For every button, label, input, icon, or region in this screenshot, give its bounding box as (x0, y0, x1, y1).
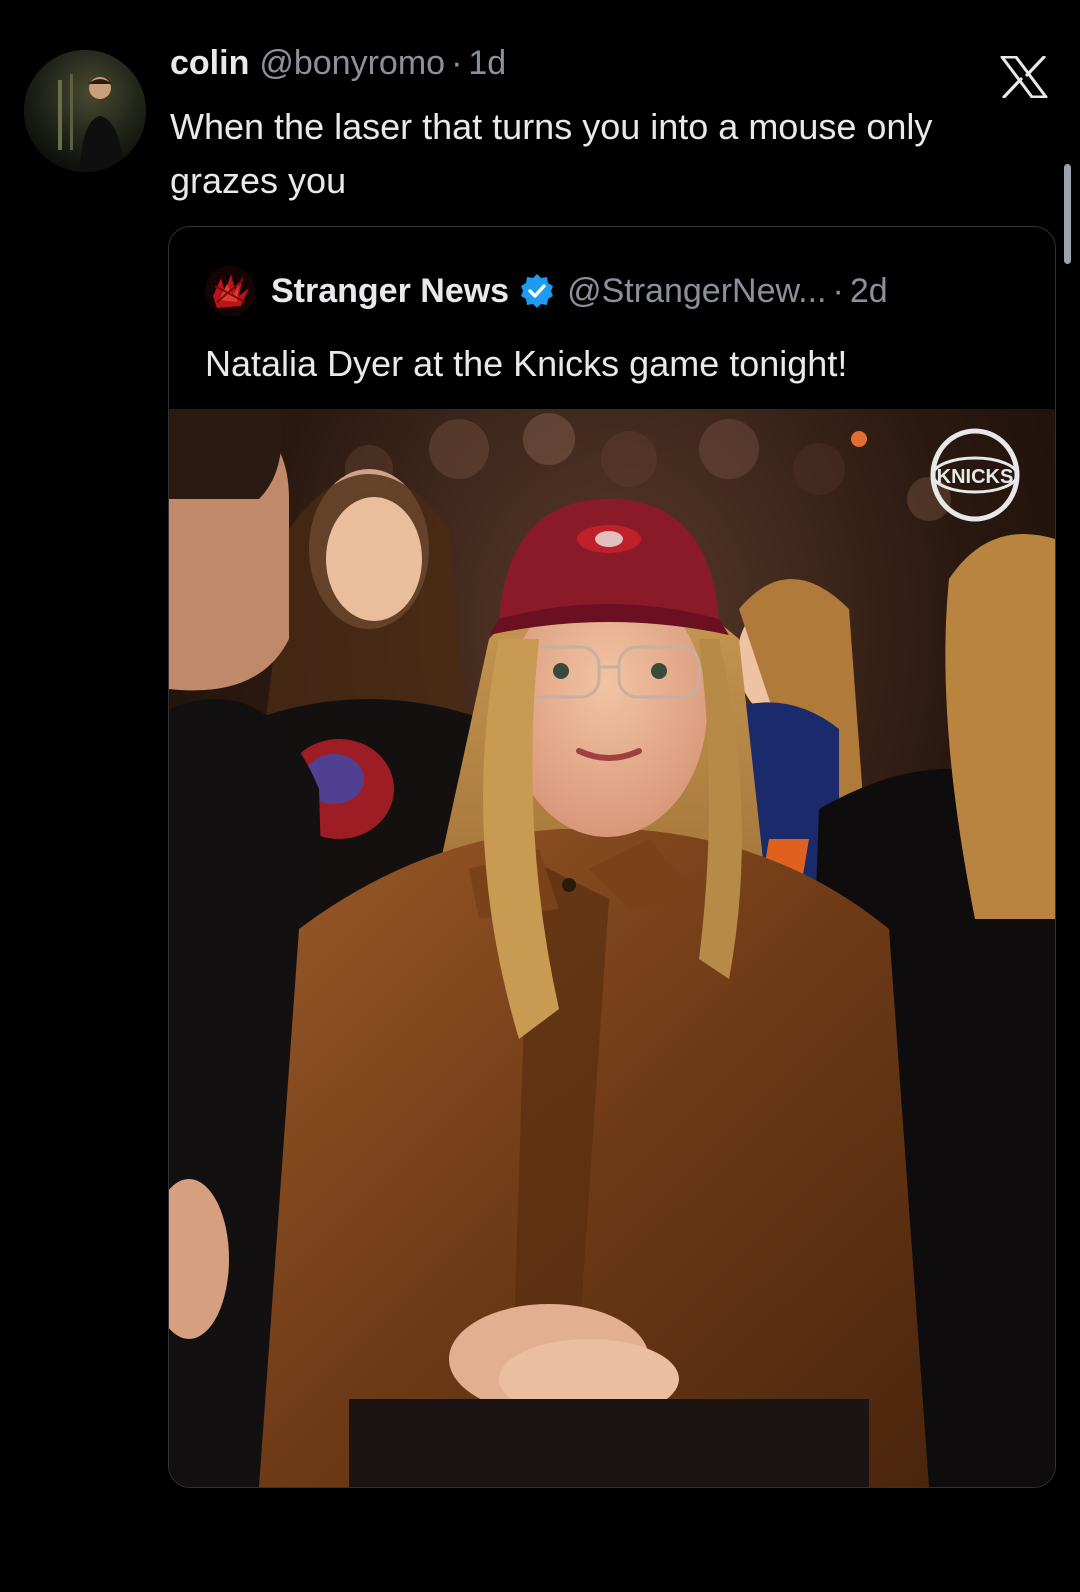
author-name[interactable]: colin (170, 44, 249, 83)
photo-image: KNICKS (169, 409, 1055, 1487)
quoted-post-photo[interactable]: KNICKS (169, 409, 1055, 1487)
quoted-author-name[interactable]: Stranger News (271, 272, 509, 311)
post-view: colin @bonyromo · 1d When the laser that… (0, 0, 1080, 1592)
quoted-author-handle[interactable]: @StrangerNew... (567, 272, 826, 311)
author-avatar[interactable] (24, 50, 146, 172)
verified-badge-icon (521, 274, 554, 308)
user-avatar-icon (24, 50, 146, 172)
quoted-post-header: Stranger News @StrangerNew... · 2d (205, 263, 888, 319)
separator-dot: · (451, 44, 463, 82)
stranger-news-logo-icon (205, 266, 255, 316)
quoted-post-age[interactable]: 2d (850, 272, 888, 311)
author-handle[interactable]: @bonyromo (259, 44, 445, 83)
scrollbar-thumb[interactable] (1064, 164, 1071, 264)
x-logo-icon (1000, 56, 1048, 98)
post-text: When the laser that turns you into a mou… (170, 106, 933, 201)
post-header: colin @bonyromo · 1d (170, 44, 506, 94)
quoted-post-card[interactable]: Stranger News @StrangerNew... · 2d Natal… (168, 226, 1056, 1488)
quoted-post-text: Natalia Dyer at the Knicks game tonight! (205, 343, 848, 384)
post-age[interactable]: 1d (468, 44, 506, 83)
separator-dot: · (832, 271, 844, 310)
quoted-author-avatar[interactable] (205, 266, 255, 316)
knicks-logo-text: KNICKS (937, 466, 1014, 488)
